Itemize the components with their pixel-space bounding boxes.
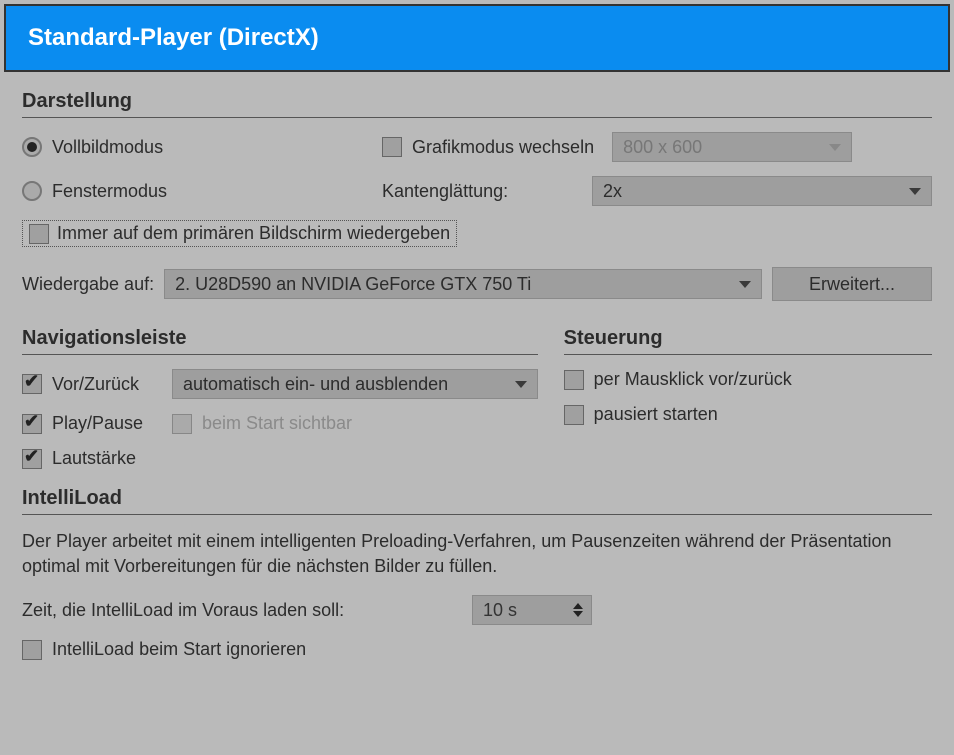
volume-checkbox[interactable] [22,449,42,469]
arrow-up-icon [573,603,583,609]
visible-on-start-checkbox[interactable] [172,414,192,434]
play-pause-label: Play/Pause [52,413,162,434]
row-nav-playpause: Play/Pause beim Start sichtbar [22,413,538,434]
row-display-3: Immer auf dem primären Bildschirm wieder… [22,220,932,247]
antialias-label: Kantenglättung: [382,181,582,202]
panel-title: Standard-Player (DirectX) [28,24,319,51]
preload-time-label: Zeit, die IntelliLoad im Voraus laden so… [22,600,462,621]
prev-next-checkbox[interactable] [22,374,42,394]
section-control-title: Steuerung [564,327,932,355]
resolution-select[interactable]: 800 x 600 [612,132,852,162]
panel-content: Darstellung Vollbildmodus Grafikmodus we… [4,72,950,684]
play-pause-checkbox[interactable] [22,414,42,434]
chevron-down-icon [829,144,841,151]
mouseclick-checkbox[interactable] [564,370,584,390]
playback-on-label: Wiedergabe auf: [22,274,154,295]
prev-next-label: Vor/Zurück [52,374,162,395]
resolution-value: 800 x 600 [623,137,702,158]
preload-time-value: 10 s [483,600,517,621]
row-control-startpaused: pausiert starten [564,404,932,425]
windowed-radio[interactable] [22,181,42,201]
section-nav-title: Navigationsleiste [22,327,538,355]
visible-on-start-label: beim Start sichtbar [202,413,352,434]
section-intelliload-title: IntelliLoad [22,487,932,515]
always-primary-container: Immer auf dem primären Bildschirm wieder… [22,220,457,247]
prev-next-mode-value: automatisch ein- und ausblenden [183,374,448,395]
panel-header: Standard-Player (DirectX) [4,4,950,72]
mouseclick-label: per Mausklick vor/zurück [594,369,792,390]
spinner-arrows[interactable] [573,603,583,617]
row-nav-volume: Lautstärke [22,448,538,469]
row-control-mouseclick: per Mausklick vor/zurück [564,369,932,390]
always-primary-checkbox[interactable] [29,224,49,244]
switch-graphics-mode-checkbox[interactable] [382,137,402,157]
chevron-down-icon [739,281,751,288]
row-intelliload-time: Zeit, die IntelliLoad im Voraus laden so… [22,595,932,625]
row-display-2: Fenstermodus Kantenglättung: 2x [22,176,932,206]
ignore-intelliload-checkbox[interactable] [22,640,42,660]
arrow-down-icon [573,611,583,617]
start-paused-label: pausiert starten [594,404,718,425]
row-display-1: Vollbildmodus Grafikmodus wechseln 800 x… [22,132,932,162]
extended-button[interactable]: Erweitert... [772,267,932,301]
nav-control-columns: Navigationsleiste Vor/Zurück automatisch… [22,327,932,483]
row-playback-on: Wiedergabe auf: 2. U28D590 an NVIDIA GeF… [22,267,932,301]
row-nav-prevnext: Vor/Zurück automatisch ein- und ausblend… [22,369,538,399]
start-paused-checkbox[interactable] [564,405,584,425]
ignore-intelliload-label: IntelliLoad beim Start ignorieren [52,639,306,660]
fullscreen-radio[interactable] [22,137,42,157]
always-primary-label: Immer auf dem primären Bildschirm wieder… [57,223,450,244]
intelliload-description: Der Player arbeitet mit einem intelligen… [22,529,932,579]
preload-time-spinner[interactable]: 10 s [472,595,592,625]
row-intelliload-ignore: IntelliLoad beim Start ignorieren [22,639,932,660]
antialias-select[interactable]: 2x [592,176,932,206]
volume-label: Lautstärke [52,448,136,469]
section-display-title: Darstellung [22,90,932,118]
switch-graphics-mode-label: Grafikmodus wechseln [412,137,594,158]
playback-on-value: 2. U28D590 an NVIDIA GeForce GTX 750 Ti [175,274,531,295]
prev-next-mode-select[interactable]: automatisch ein- und ausblenden [172,369,538,399]
nav-column: Navigationsleiste Vor/Zurück automatisch… [22,327,538,483]
playback-on-select[interactable]: 2. U28D590 an NVIDIA GeForce GTX 750 Ti [164,269,762,299]
chevron-down-icon [909,188,921,195]
fullscreen-label: Vollbildmodus [52,137,163,158]
chevron-down-icon [515,381,527,388]
extended-button-label: Erweitert... [809,274,895,295]
control-column: Steuerung per Mausklick vor/zurück pausi… [564,327,932,483]
antialias-value: 2x [603,181,622,202]
windowed-label: Fenstermodus [52,181,167,202]
